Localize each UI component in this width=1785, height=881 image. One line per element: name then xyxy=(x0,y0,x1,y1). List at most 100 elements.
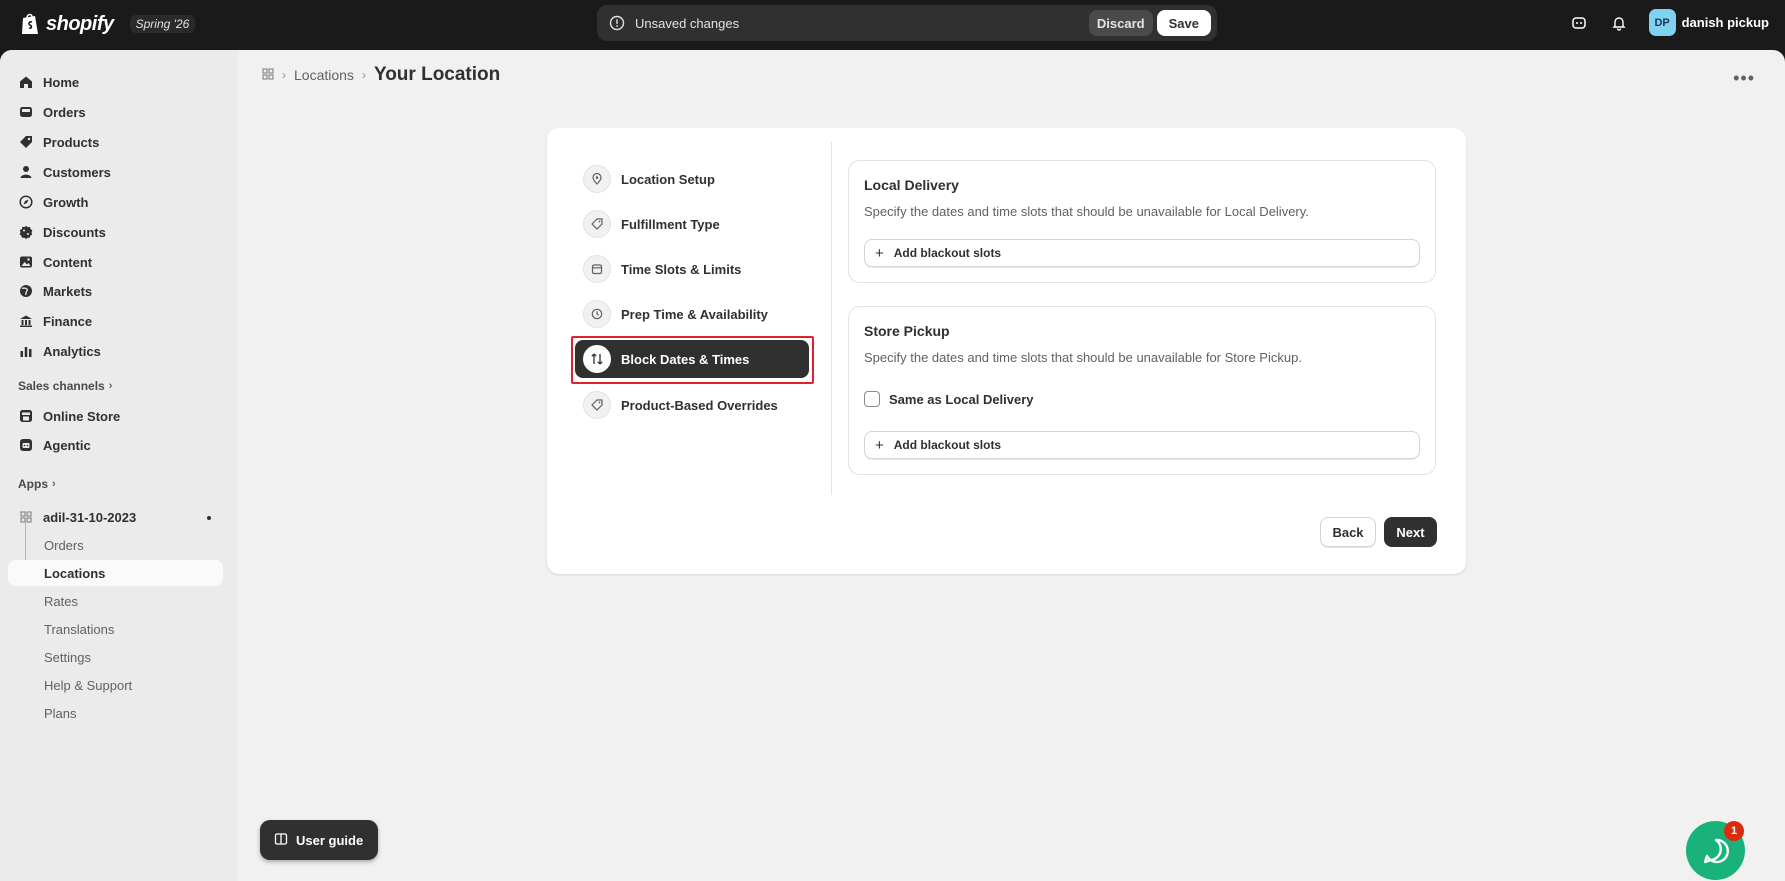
sidebar-item-orders[interactable]: Orders xyxy=(8,98,223,126)
sidekick-icon[interactable] xyxy=(1569,13,1589,33)
tag-icon xyxy=(583,391,611,419)
sidebar-subitem-plans[interactable]: Plans xyxy=(8,700,223,726)
step-label: Time Slots & Limits xyxy=(621,261,742,277)
local-delivery-add-blackout-button[interactable]: + Add blackout slots xyxy=(864,239,1420,267)
tag-icon xyxy=(18,134,34,150)
step-time-slots[interactable]: Time Slots & Limits xyxy=(569,250,809,288)
same-as-local-delivery-checkbox[interactable] xyxy=(864,391,880,407)
step-label: Block Dates & Times xyxy=(621,351,750,367)
sidebar-item-customers[interactable]: Customers xyxy=(8,158,223,186)
shopify-logo[interactable]: shopify Spring '26 xyxy=(20,12,196,36)
alert-circle-icon xyxy=(609,15,625,31)
discount-icon xyxy=(18,224,34,240)
store-pickup-title: Store Pickup xyxy=(864,323,950,339)
sidebar-subitem-rates[interactable]: Rates xyxy=(8,588,223,614)
sidebar-item-label: Customers xyxy=(43,164,111,180)
sidebar-item-analytics[interactable]: Analytics xyxy=(8,337,223,365)
calendar-icon xyxy=(583,255,611,283)
inbox-icon xyxy=(18,104,34,120)
location-wizard-card: Location Setup Fulfillment Type Time Slo… xyxy=(547,128,1466,574)
pin-dot xyxy=(207,516,211,520)
sidebar-item-markets[interactable]: Markets xyxy=(8,277,223,305)
sidebar-item-app[interactable]: adil-31-10-2023 xyxy=(8,503,223,531)
local-delivery-panel: Local Delivery Specify the dates and tim… xyxy=(848,160,1436,283)
top-bar: shopify Spring '26 Unsaved changes Disca… xyxy=(0,0,1785,50)
sidebar-subitem-settings[interactable]: Settings xyxy=(8,644,223,670)
sidebar-subitem-help-support[interactable]: Help & Support xyxy=(8,672,223,698)
person-icon xyxy=(18,164,34,180)
sales-channels-header[interactable]: Sales channels › xyxy=(18,379,112,393)
tag-icon xyxy=(583,210,611,238)
sidebar-item-agentic[interactable]: Agentic xyxy=(8,431,223,459)
sidebar-item-label: Content xyxy=(43,254,93,270)
breadcrumb-locations[interactable]: Locations xyxy=(294,67,354,83)
sidebar-subitem-translations[interactable]: Translations xyxy=(8,616,223,642)
location-pin-icon xyxy=(583,165,611,193)
app-shell: Home Orders Products Customers Growth Di… xyxy=(0,50,1785,881)
book-icon xyxy=(274,832,288,849)
step-product-overrides[interactable]: Product-Based Overrides xyxy=(569,386,809,424)
shopify-bag-icon xyxy=(22,13,38,34)
discard-button[interactable]: Discard xyxy=(1088,10,1153,36)
user-menu[interactable]: DP danish pickup xyxy=(1648,9,1769,36)
step-label: Prep Time & Availability xyxy=(621,306,768,322)
store-icon xyxy=(18,408,34,424)
globe-icon xyxy=(18,283,34,299)
sidebar-item-online-store[interactable]: Online Store xyxy=(8,402,223,430)
sidebar-item-discounts[interactable]: Discounts xyxy=(8,218,223,246)
home-icon xyxy=(18,74,34,90)
user-guide-button[interactable]: User guide xyxy=(260,820,378,860)
step-label: Product-Based Overrides xyxy=(621,397,778,413)
sales-channels-label: Sales channels xyxy=(18,379,105,393)
step-label: Location Setup xyxy=(621,171,715,187)
breadcrumb: › Locations › Your Location xyxy=(262,64,500,86)
edition-badge[interactable]: Spring '26 xyxy=(129,15,196,33)
user-name: danish pickup xyxy=(1681,15,1769,30)
store-pickup-add-blackout-button[interactable]: + Add blackout slots xyxy=(864,431,1420,459)
unsaved-changes-bar: Unsaved changes Discard Save xyxy=(597,5,1217,41)
bar-chart-icon xyxy=(18,343,34,359)
step-fulfillment-type[interactable]: Fulfillment Type xyxy=(569,205,809,243)
sidebar-item-growth[interactable]: Growth xyxy=(8,188,223,216)
sidebar-item-content[interactable]: Content xyxy=(8,248,223,276)
user-guide-label: User guide xyxy=(296,832,364,848)
sidebar-item-finance[interactable]: Finance xyxy=(8,307,223,335)
brand-name: shopify xyxy=(46,12,114,35)
save-button[interactable]: Save xyxy=(1156,10,1211,36)
chevron-right-icon: › xyxy=(108,380,113,392)
app-name: adil-31-10-2023 xyxy=(43,509,137,525)
back-button[interactable]: Back xyxy=(1320,517,1376,547)
chat-notification-badge: 1 xyxy=(1724,821,1744,841)
sidebar-item-label: Growth xyxy=(43,194,89,210)
chevron-right-icon: › xyxy=(52,478,56,490)
app-grid-icon[interactable] xyxy=(262,67,274,83)
apps-header[interactable]: Apps › xyxy=(18,477,56,491)
sidebar-subitem-orders[interactable]: Orders xyxy=(8,532,223,558)
apps-label: Apps xyxy=(18,477,48,491)
sidebar-item-label: Agentic xyxy=(43,437,91,453)
sidebar-subitem-locations[interactable]: Locations xyxy=(8,560,223,586)
next-button[interactable]: Next xyxy=(1384,517,1437,547)
step-prep-time[interactable]: Prep Time & Availability xyxy=(569,295,809,333)
store-pickup-description: Specify the dates and time slots that sh… xyxy=(864,350,1302,365)
sidebar-item-label: Finance xyxy=(43,313,93,329)
topbar-actions: DP danish pickup xyxy=(1569,9,1769,36)
image-icon xyxy=(18,254,34,270)
bell-icon[interactable] xyxy=(1609,13,1629,33)
local-delivery-title: Local Delivery xyxy=(864,177,959,193)
sidebar-item-label: Orders xyxy=(43,104,86,120)
chevron-right-icon: › xyxy=(361,68,366,82)
step-block-dates[interactable]: Block Dates & Times xyxy=(575,340,809,378)
sidebar-item-home[interactable]: Home xyxy=(8,68,223,96)
chevron-right-icon: › xyxy=(282,68,286,82)
sidebar-item-label: Analytics xyxy=(43,343,101,359)
sidebar-item-products[interactable]: Products xyxy=(8,128,223,156)
same-as-local-delivery-row[interactable]: Same as Local Delivery xyxy=(864,391,1034,407)
sidebar: Home Orders Products Customers Growth Di… xyxy=(0,50,238,881)
more-actions-icon[interactable]: ••• xyxy=(1733,68,1755,89)
unsaved-changes-text: Unsaved changes xyxy=(635,15,740,31)
sidebar-item-label: Online Store xyxy=(43,408,121,424)
step-location-setup[interactable]: Location Setup xyxy=(569,160,809,198)
avatar: DP xyxy=(1648,9,1676,36)
add-blackout-label: Add blackout slots xyxy=(893,438,1002,452)
